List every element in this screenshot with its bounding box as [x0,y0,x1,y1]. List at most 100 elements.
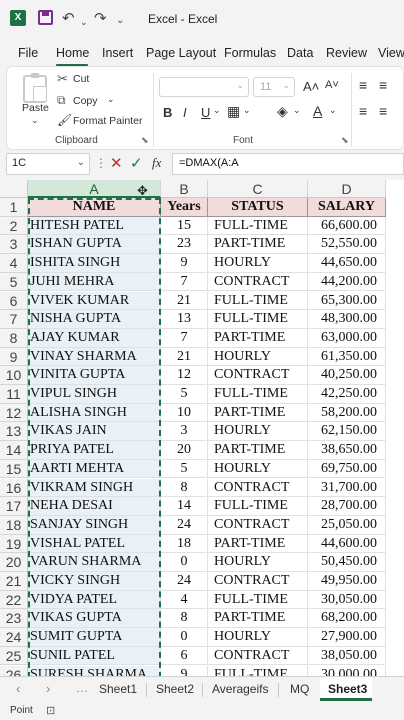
paste-icon[interactable] [23,73,47,103]
name-cell[interactable]: ISHITA SINGH [28,254,161,273]
salary-cell[interactable]: 25,050.00 [308,515,386,535]
years-cell[interactable]: 7 [161,328,208,348]
fill-color-dropdown-icon[interactable]: ⌄ [293,105,301,116]
name-cell[interactable]: NISHA GUPTA [28,310,161,329]
name-cell[interactable]: JUHI MEHRA [28,272,161,292]
bold-icon[interactable]: B [163,105,172,120]
tab-overflow-icon[interactable]: … [76,681,88,695]
years-cell[interactable]: 21 [161,347,208,367]
tab-insert[interactable]: Insert [102,46,133,60]
salary-cell[interactable]: 50,450.00 [308,553,386,572]
name-cell[interactable]: VIPUL SINGH [28,385,161,404]
salary-cell[interactable]: 63,000.00 [308,328,386,348]
align-top-icon[interactable]: ≡ [359,77,367,93]
status-cell[interactable]: FULL-TIME [208,497,308,516]
status-cell[interactable]: HOURLY [208,459,308,479]
row-header[interactable]: 17 [0,497,28,516]
more-options-icon[interactable]: ⋮ [95,156,107,170]
salary-cell[interactable]: 42,250.00 [308,385,386,404]
status-cell[interactable]: HOURLY [208,553,308,572]
status-cell[interactable]: PART-TIME [208,403,308,423]
scroll-right-icon[interactable]: › [46,681,50,696]
header-status-cell[interactable]: STATUS [208,198,308,217]
name-cell[interactable]: NEHA DESAI [28,497,161,516]
borders-dropdown-icon[interactable]: ⌄ [243,105,251,116]
row-header[interactable]: 12 [0,403,28,423]
format-painter-icon[interactable]: 🖌 [57,113,72,127]
sheet-tab-mq[interactable]: MQ [290,682,309,696]
name-cell[interactable]: VIDYA PATEL [28,590,161,610]
copy-icon[interactable]: ⧉ [57,93,66,108]
copy-dropdown-icon[interactable]: ⌄ [107,94,115,105]
row-header[interactable]: 3 [0,235,28,255]
font-color-icon[interactable]: A [313,103,322,119]
scroll-left-icon[interactable]: ‹ [16,681,20,696]
status-cell[interactable]: CONTRACT [208,646,308,666]
increase-font-icon[interactable]: A˄ [303,79,319,94]
salary-cell[interactable]: 27,900.00 [308,628,386,647]
salary-cell[interactable]: 30,050.00 [308,590,386,610]
years-cell[interactable]: 21 [161,291,208,311]
years-cell[interactable]: 12 [161,366,208,385]
name-cell[interactable]: AJAY KUMAR [28,328,161,348]
sheet-tab-sheet2[interactable]: Sheet2 [156,682,194,696]
sheet-tab-averageifs[interactable]: Averageifs [212,682,268,696]
save-icon[interactable] [38,10,53,25]
salary-cell[interactable]: 48,300.00 [308,310,386,329]
status-cell[interactable]: PART-TIME [208,609,308,629]
row-header[interactable]: 6 [0,291,28,311]
years-cell[interactable]: 24 [161,515,208,535]
row-header[interactable]: 13 [0,422,28,442]
name-cell[interactable]: SURESH SHARMA [28,665,161,676]
years-cell[interactable]: 24 [161,572,208,591]
name-cell[interactable]: VICKY SINGH [28,572,161,591]
insert-function-icon[interactable]: fx [152,155,161,171]
row-header[interactable]: 18 [0,515,28,535]
years-cell[interactable]: 6 [161,646,208,666]
salary-cell[interactable]: 28,700.00 [308,497,386,516]
status-cell[interactable]: FULL-TIME [208,291,308,311]
redo-icon[interactable]: ↷ [94,10,107,28]
row-header[interactable]: 20 [0,553,28,572]
years-cell[interactable]: 9 [161,254,208,273]
row-header[interactable]: 5 [0,272,28,292]
status-cell[interactable]: PART-TIME [208,534,308,554]
status-cell[interactable]: FULL-TIME [208,590,308,610]
cut-icon[interactable]: ✂ [57,71,68,87]
row-header[interactable]: 26 [0,665,28,676]
format-painter-button[interactable]: Format Painter [73,115,142,127]
align-middle-icon[interactable]: ≡ [379,77,387,93]
name-cell[interactable]: VIKAS JAIN [28,422,161,442]
col-header-c[interactable]: C [208,180,308,198]
row-header[interactable]: 24 [0,628,28,647]
align-left-icon[interactable]: ≡ [359,103,367,119]
tab-data[interactable]: Data [287,46,313,60]
undo-icon[interactable]: ↶ [62,10,75,28]
enter-icon[interactable]: ✓ [130,154,143,172]
tab-file[interactable]: File [18,46,38,60]
cut-button[interactable]: Cut [73,73,89,85]
align-center-icon[interactable]: ≡ [379,103,387,119]
salary-cell[interactable]: 66,600.00 [308,216,386,236]
font-color-dropdown-icon[interactable]: ⌄ [329,105,337,116]
salary-cell[interactable]: 44,650.00 [308,254,386,273]
clipboard-launcher-icon[interactable]: ⬊ [141,135,149,146]
years-cell[interactable]: 13 [161,310,208,329]
salary-cell[interactable]: 62,150.00 [308,422,386,442]
salary-cell[interactable]: 31,700.00 [308,478,386,498]
status-cell[interactable]: HOURLY [208,254,308,273]
row-header[interactable]: 11 [0,385,28,404]
name-cell[interactable]: AARTI MEHTA [28,459,161,479]
years-cell[interactable]: 0 [161,628,208,647]
undo-dropdown-icon[interactable]: ⌄ [80,13,88,31]
font-size-dropdown[interactable]: 11 ⌄ [253,77,295,97]
years-cell[interactable]: 10 [161,403,208,423]
decrease-font-icon[interactable]: A˅ [325,79,339,91]
worksheet-grid[interactable]: ABCD 1 2 3 4 5 6 7 8 9 10 11 12 13 14 15 16 17 18 19 20 21 22… [0,180,404,676]
tab-view[interactable]: View [378,46,404,60]
name-cell[interactable]: HITESH PATEL [28,216,161,236]
status-cell[interactable]: HOURLY [208,628,308,647]
row-header[interactable]: 21 [0,572,28,591]
name-cell[interactable]: SUNIL PATEL [28,646,161,666]
years-cell[interactable]: 20 [161,441,208,460]
